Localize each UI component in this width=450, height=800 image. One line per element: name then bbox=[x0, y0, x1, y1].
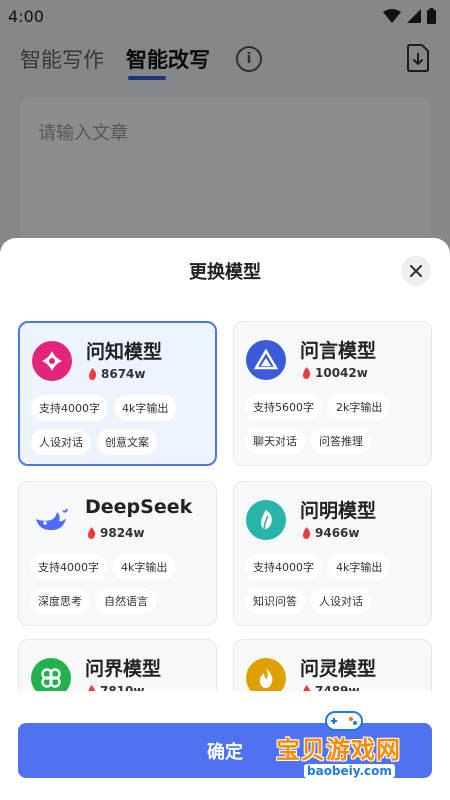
fire-icon bbox=[303, 527, 311, 539]
model-tag: 2k字输出 bbox=[328, 394, 391, 420]
model-tags: 支持5600字 2k字输出 聊天对话 问答推理 bbox=[245, 394, 425, 462]
watermark-url: baobeiy.com bbox=[304, 764, 395, 778]
model-tag: 4k字输出 bbox=[114, 395, 177, 421]
sheet-title: 更换模型 bbox=[189, 262, 261, 283]
model-heat-value: 9824w bbox=[100, 526, 145, 540]
model-heat-value: 8674w bbox=[101, 367, 146, 381]
deepseek-whale-icon bbox=[31, 500, 71, 540]
model-heat: 9824w bbox=[87, 526, 144, 540]
fire-icon bbox=[303, 367, 311, 379]
model-tag: 自然语言 bbox=[96, 588, 156, 614]
model-tag: 人设对话 bbox=[311, 588, 371, 614]
model-heat: 8674w bbox=[88, 367, 145, 381]
model-name: DeepSeek bbox=[85, 496, 193, 518]
model-name: 问灵模型 bbox=[300, 658, 377, 680]
model-name: 问界模型 bbox=[85, 658, 162, 680]
model-tags: 支持4000字 4k字输出 深度思考 自然语言 bbox=[30, 554, 210, 622]
wenming-leaf-icon bbox=[246, 500, 286, 540]
model-heat: 9466w bbox=[302, 526, 359, 540]
wenzhi-logo-icon bbox=[32, 341, 72, 381]
model-tag: 知识问答 bbox=[245, 588, 305, 614]
wenling-flame-icon bbox=[246, 658, 286, 691]
model-tags: 支持4000字 4k字输出 知识问答 人设对话 bbox=[245, 554, 425, 622]
model-tag: 支持4000字 bbox=[31, 395, 108, 421]
model-name: 问明模型 bbox=[300, 500, 377, 522]
model-tag: 人设对话 bbox=[31, 429, 91, 455]
model-name: 问知模型 bbox=[86, 341, 163, 363]
fire-icon bbox=[89, 368, 97, 380]
model-heat-value: 10042w bbox=[315, 366, 368, 380]
fire-icon bbox=[88, 685, 96, 691]
watermark: 宝贝游戏网 baobeiy.com bbox=[272, 708, 440, 788]
model-heat-value: 7810w bbox=[100, 684, 145, 691]
model-tag: 支持4000字 bbox=[30, 554, 107, 580]
model-tag: 4k字输出 bbox=[328, 554, 391, 580]
model-tags: 支持4000字 4k字输出 人设对话 创意文案 bbox=[31, 395, 211, 463]
model-card-deepseek[interactable]: DeepSeek 9824w 支持4000字 4k字输出 深度思考 自然语言 bbox=[18, 481, 217, 626]
model-card-wenjie[interactable]: 问界模型 7810w bbox=[18, 639, 217, 691]
fire-icon bbox=[88, 527, 96, 539]
model-heat-value: 7489w bbox=[315, 684, 360, 691]
wenyan-logo-icon bbox=[246, 340, 286, 380]
model-card-wenyan[interactable]: 问言模型 10042w 支持5600字 2k字输出 聊天对话 问答推理 bbox=[233, 321, 432, 466]
model-card-wenming[interactable]: 问明模型 9466w 支持4000字 4k字输出 知识问答 人设对话 bbox=[233, 481, 432, 626]
model-tag: 聊天对话 bbox=[245, 428, 305, 454]
model-tag: 深度思考 bbox=[30, 588, 90, 614]
close-icon bbox=[410, 265, 422, 277]
model-heat: 7489w bbox=[302, 684, 359, 691]
wenjie-logo-icon bbox=[31, 658, 71, 691]
model-grid: 问知模型 8674w 支持4000字 4k字输出 人设对话 创意文案 问言模型 … bbox=[18, 321, 432, 691]
model-heat: 7810w bbox=[87, 684, 144, 691]
model-heat: 10042w bbox=[302, 366, 368, 380]
model-tag: 支持5600字 bbox=[245, 394, 322, 420]
gamepad-icon bbox=[325, 711, 363, 731]
model-tag: 支持4000字 bbox=[245, 554, 322, 580]
model-tag: 创意文案 bbox=[97, 429, 157, 455]
fire-icon bbox=[303, 685, 311, 691]
model-tag: 4k字输出 bbox=[113, 554, 176, 580]
model-tag: 问答推理 bbox=[311, 428, 371, 454]
model-card-wenzhi[interactable]: 问知模型 8674w 支持4000字 4k字输出 人设对话 创意文案 bbox=[18, 321, 217, 466]
model-heat-value: 9466w bbox=[315, 526, 360, 540]
model-name: 问言模型 bbox=[300, 340, 377, 362]
model-card-wenling[interactable]: 问灵模型 7489w bbox=[233, 639, 432, 691]
watermark-text: 宝贝游戏网 bbox=[276, 736, 401, 764]
close-button[interactable] bbox=[401, 256, 431, 286]
